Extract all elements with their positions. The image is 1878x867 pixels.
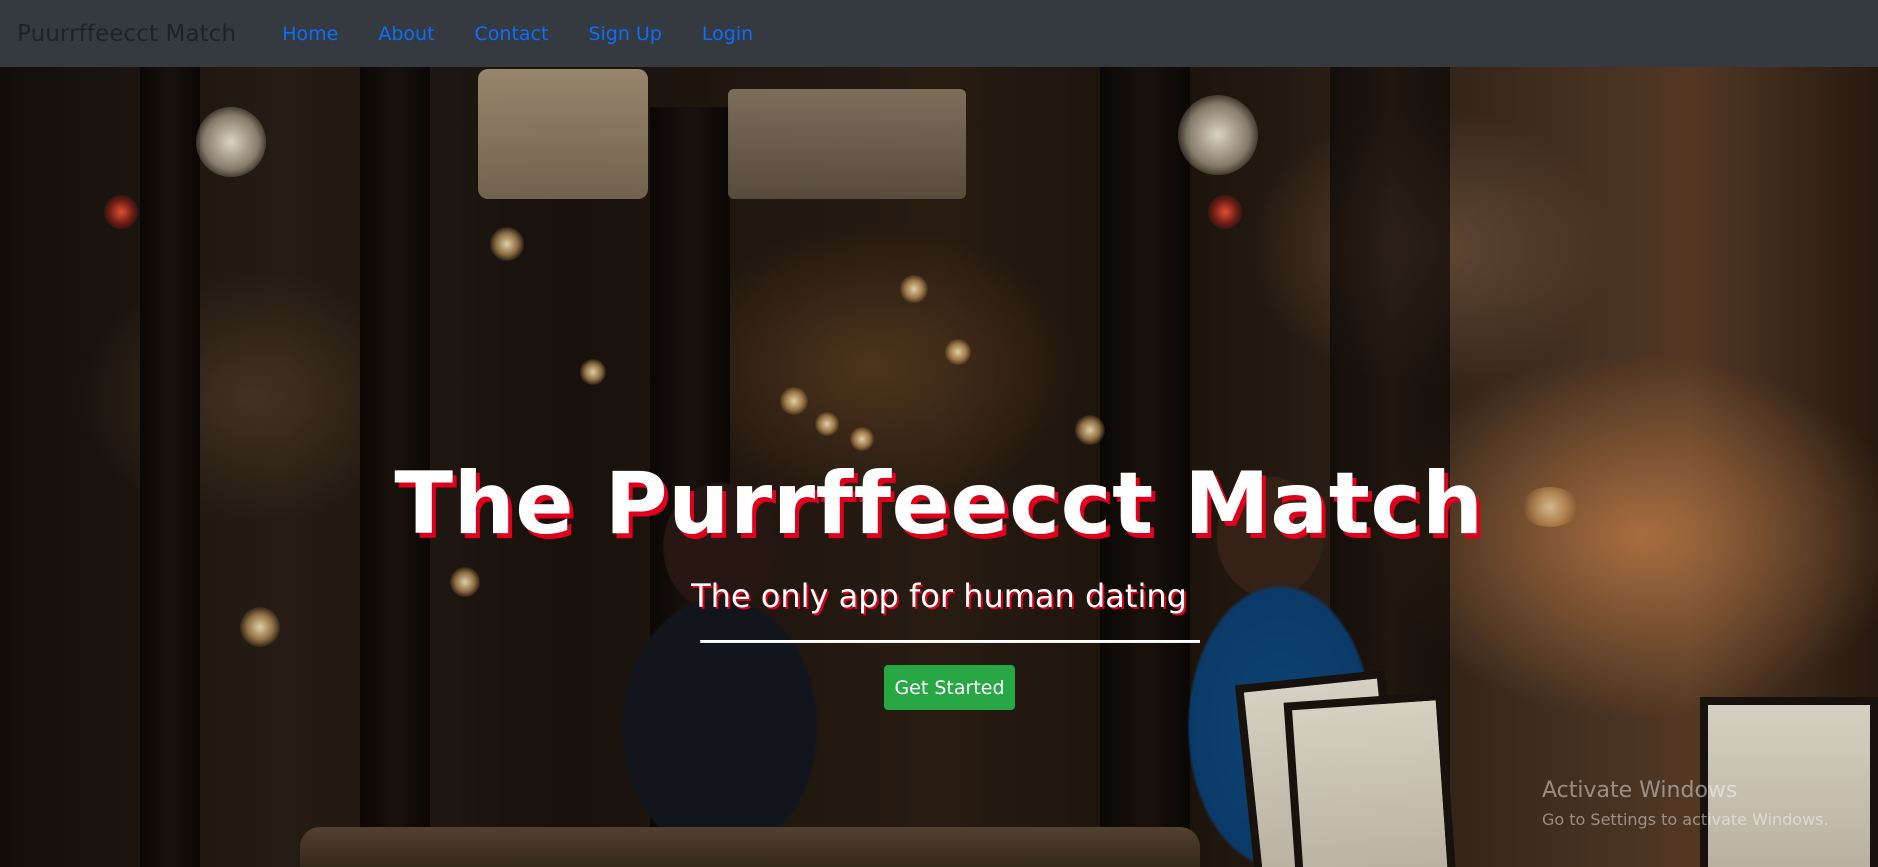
hero-content: The Purrffeecct Match The only app for h… bbox=[0, 67, 1878, 867]
nav-item-home: Home bbox=[262, 23, 358, 45]
hero-title: The Purrffeecct Match bbox=[394, 454, 1484, 554]
nav-item-about: About bbox=[358, 23, 454, 45]
hero-section: The Purrffeecct Match The only app for h… bbox=[0, 67, 1878, 867]
navbar: Puurrffeecct Match Home About Contact Si… bbox=[0, 0, 1878, 67]
nav-link-contact[interactable]: Contact bbox=[455, 23, 569, 45]
watermark-subtitle: Go to Settings to activate Windows. bbox=[1542, 810, 1829, 829]
get-started-button[interactable]: Get Started bbox=[884, 665, 1015, 710]
nav-link-signup[interactable]: Sign Up bbox=[568, 23, 681, 45]
nav-item-signup: Sign Up bbox=[568, 23, 681, 45]
hero-subtitle: The only app for human dating bbox=[691, 577, 1187, 615]
nav-item-contact: Contact bbox=[455, 23, 569, 45]
nav-item-login: Login bbox=[682, 23, 773, 45]
watermark-title: Activate Windows bbox=[1542, 778, 1738, 803]
windows-activation-watermark: Activate Windows Go to Settings to activ… bbox=[1542, 777, 1829, 831]
nav-link-login[interactable]: Login bbox=[682, 23, 773, 45]
nav-link-about[interactable]: About bbox=[358, 23, 454, 45]
nav-link-home[interactable]: Home bbox=[262, 23, 358, 45]
hero-divider bbox=[700, 640, 1200, 643]
nav-links: Home About Contact Sign Up Login bbox=[262, 23, 773, 45]
navbar-brand[interactable]: Puurrffeecct Match bbox=[17, 21, 236, 47]
